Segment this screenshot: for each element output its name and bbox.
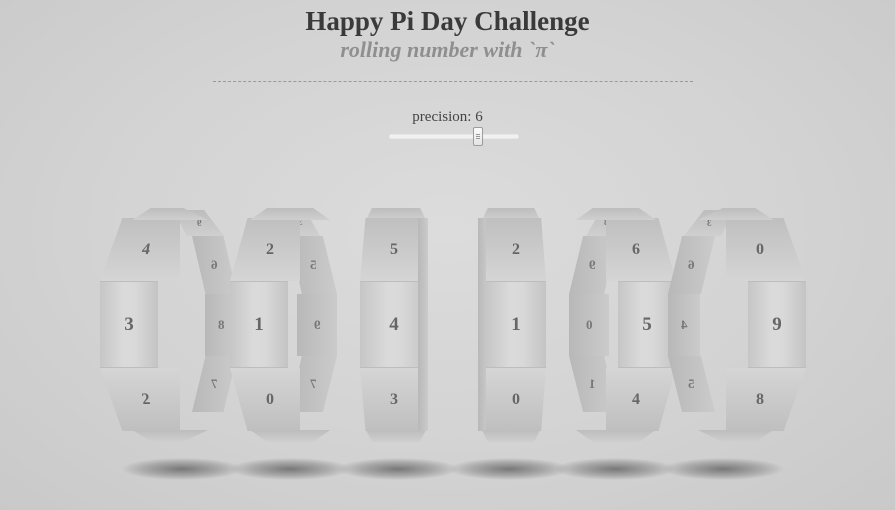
wheel-face-bottom: 2 [100,368,180,431]
wheel-edge [132,430,208,442]
wheel-back-panel: 6 [668,236,715,294]
wheel-face-bottom: 0 [486,368,546,431]
wheel-face-center: 1 [486,281,546,368]
wheel-face-top: 2 [486,218,546,281]
rolling-number-display: 8 6 7 9 4 3 2 9 5 7 3 2 1 0 5 4 3 2 1 0 [0,0,895,510]
wheel-back-panel: 0 [569,294,609,356]
wheel-face-top: 0 [726,218,806,281]
wheel-back-panel: 5 [668,356,715,412]
wheel-back-panel: 9 [297,294,337,356]
wheel-edge [576,208,656,220]
wheel-face-center: 9 [748,281,806,368]
wheel-face-bottom: 0 [230,368,300,431]
wheel-side [418,218,428,431]
wheel-edge [132,208,208,220]
wheel-edge [698,430,774,442]
wheel-face-bottom: 4 [606,368,676,431]
wheel-face-center: 3 [100,281,158,368]
wheel-edge [576,430,656,442]
wheel-edge [250,208,330,220]
wheel-edge [482,430,540,442]
wheel-face-center: 1 [230,281,288,368]
wheel-face-top: 4 [100,218,180,281]
wheel-edge [250,430,330,442]
wheel-face-bottom: 8 [726,368,806,431]
wheel-edge [366,430,426,442]
wheel-back-panel: 4 [668,294,700,356]
wheel-face-top: 6 [606,218,676,281]
wheel-face-top: 2 [230,218,300,281]
